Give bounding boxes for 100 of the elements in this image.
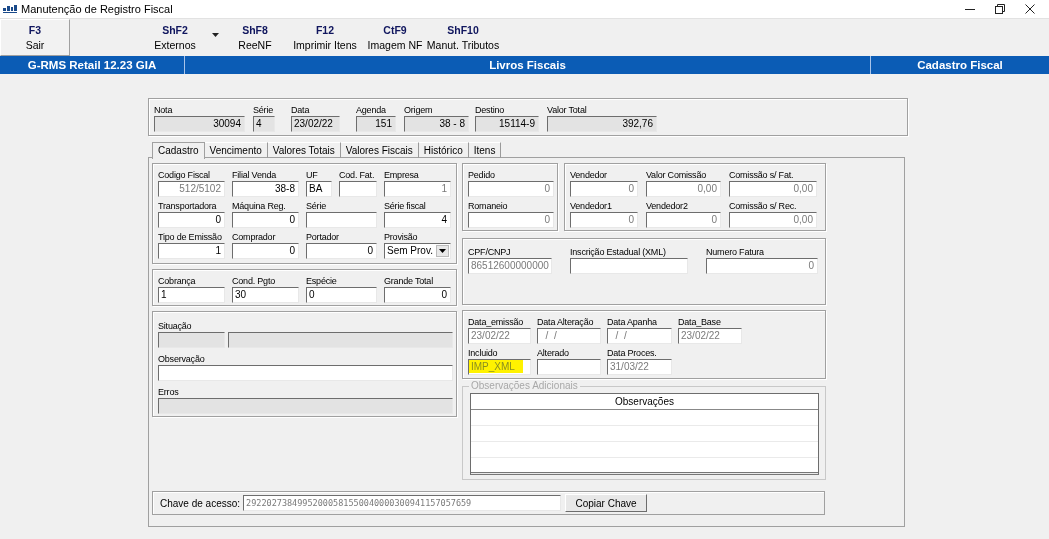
input-field[interactable]: [306, 212, 377, 228]
field-label: Data_Base: [678, 316, 722, 328]
field-label: Data: [291, 104, 311, 116]
field-label: Provisão: [384, 231, 419, 243]
tab[interactable]: Cadastro: [152, 142, 205, 159]
field-label: Série: [306, 200, 327, 212]
field-label: Incluido: [468, 347, 499, 359]
toolbar-button[interactable]: CtF9 Imagem NF: [365, 19, 425, 56]
field-label: Pedido: [468, 169, 496, 181]
input-field[interactable]: 23/02/22: [468, 328, 531, 344]
toolbar-button[interactable]: ShF2 Externos: [145, 19, 205, 56]
field-label: Comissão s/ Fat.: [728, 169, 795, 181]
caret-icon[interactable]: [211, 32, 219, 37]
input-field[interactable]: 0: [468, 212, 554, 228]
field-label: Vendedor1: [569, 200, 613, 212]
module-title: Livros Fiscais: [185, 56, 871, 74]
field-label: Máquina Reg.: [232, 200, 287, 212]
field-label: Observação: [158, 353, 206, 365]
field-label: UF: [306, 169, 319, 181]
field-label: Cobrança: [158, 275, 197, 287]
input-field[interactable]: 30094: [154, 116, 245, 132]
input-field[interactable]: 0,00: [645, 181, 721, 197]
field-label: Valor Comissão: [645, 169, 708, 181]
close-icon[interactable]: [1025, 4, 1035, 14]
input-field[interactable]: 38 - 8: [404, 116, 469, 132]
toolbar-button[interactable]: ShF8 ReeNF: [225, 19, 285, 56]
copy-key-button[interactable]: Copiar Chave: [565, 494, 648, 512]
toolbar-button[interactable]: ShF10 Manut. Tributos: [425, 19, 501, 56]
input-field[interactable]: 1: [158, 287, 225, 303]
input-field[interactable]: [158, 365, 453, 381]
input-field[interactable]: 1: [384, 181, 451, 197]
field-label: Cond. Pgto: [232, 275, 277, 287]
input-field[interactable]: [339, 181, 377, 197]
input-field[interactable]: 1: [158, 243, 225, 259]
field-label: Destino: [475, 104, 506, 116]
window-title: Manutenção de Registro Fiscal: [21, 3, 173, 15]
input-field[interactable]: 0: [306, 287, 377, 303]
input-field[interactable]: [570, 258, 688, 274]
input-field[interactable]: 0: [306, 243, 377, 259]
field-label: Série: [253, 104, 274, 116]
field-label: Tipo de Emissão: [158, 231, 223, 243]
input-field[interactable]: 31/03/22: [607, 359, 672, 375]
input-field[interactable]: 86512600000000: [468, 258, 552, 274]
input-field[interactable]: [158, 398, 453, 414]
input-field[interactable]: [158, 332, 225, 348]
input-field[interactable]: 0: [158, 212, 225, 228]
input-field[interactable]: 392,76: [547, 116, 657, 132]
dropdown-field[interactable]: Sem Prov.: [384, 243, 451, 259]
field-label: Romaneio: [468, 200, 509, 212]
input-field[interactable]: 23/02/22: [678, 328, 742, 344]
field-label: Chave de acesso:: [160, 497, 241, 509]
screen-title: Cadastro Fiscal: [916, 58, 1004, 73]
group-legend: Observações Adicionais: [469, 380, 580, 391]
input-field[interactable]: 0,00: [728, 212, 817, 228]
field-label: Série fiscal: [384, 200, 427, 212]
toolbar-button[interactable]: F3 Sair: [0, 19, 70, 56]
input-field[interactable]: 0: [645, 212, 721, 228]
input-field[interactable]: 4: [253, 116, 275, 132]
input-field[interactable]: 0: [232, 243, 299, 259]
field-label: Numero Fatura: [706, 246, 765, 258]
field-label: Agenda: [356, 104, 387, 116]
field-label: Grande Total: [384, 275, 434, 287]
field-label: Comissão s/ Rec.: [728, 200, 798, 212]
input-field[interactable]: [228, 332, 453, 348]
input-field[interactable]: / /: [537, 328, 601, 344]
input-field[interactable]: 0: [569, 181, 638, 197]
input-field[interactable]: 23/02/22: [291, 116, 340, 132]
input-field[interactable]: 0: [384, 287, 451, 303]
field-label: Alterado: [537, 347, 570, 359]
field-label: Data_emissão: [468, 316, 525, 328]
input-field[interactable]: 0: [706, 258, 818, 274]
input-field[interactable]: 4: [384, 212, 451, 228]
product-label: G-RMS Retail 12.23 GIA: [0, 56, 185, 74]
field-label: CPF/CNPJ: [468, 246, 512, 258]
input-field[interactable]: [537, 359, 601, 375]
input-field[interactable]: 0: [232, 212, 299, 228]
input-field[interactable]: 30: [232, 287, 299, 303]
restore-icon[interactable]: [995, 4, 1005, 14]
input-field[interactable]: 151: [356, 116, 396, 132]
input-field[interactable]: 15114-9: [475, 116, 539, 132]
toolbar-button[interactable]: F12 Imprimir Itens: [285, 19, 365, 56]
column-header: Observações: [614, 395, 675, 409]
field-label: Inscrição Estadual (XML): [570, 246, 667, 258]
input-field[interactable]: 0: [569, 212, 638, 228]
input-field[interactable]: BA: [306, 181, 332, 197]
field-label: Transportadora: [158, 200, 218, 212]
input-field[interactable]: 38-8: [232, 181, 299, 197]
field-label: Origem: [404, 104, 434, 116]
input-field[interactable]: 0,00: [728, 181, 817, 197]
caret-icon: [439, 249, 446, 253]
input-field[interactable]: 29220273849952000581550040000300941157057659: [243, 495, 562, 511]
field-label: Cod. Fat.: [339, 169, 376, 181]
input-field[interactable]: 512/5102: [158, 181, 225, 197]
field-label: Data Alteração: [537, 316, 595, 328]
input-field[interactable]: 0: [468, 181, 554, 197]
field-label: Comprador: [232, 231, 277, 243]
input-field[interactable]: / /: [607, 328, 672, 344]
field-label: Vendedor2: [645, 200, 689, 212]
field-label: Nota: [154, 104, 174, 116]
field-label: Data Proces.: [607, 347, 658, 359]
